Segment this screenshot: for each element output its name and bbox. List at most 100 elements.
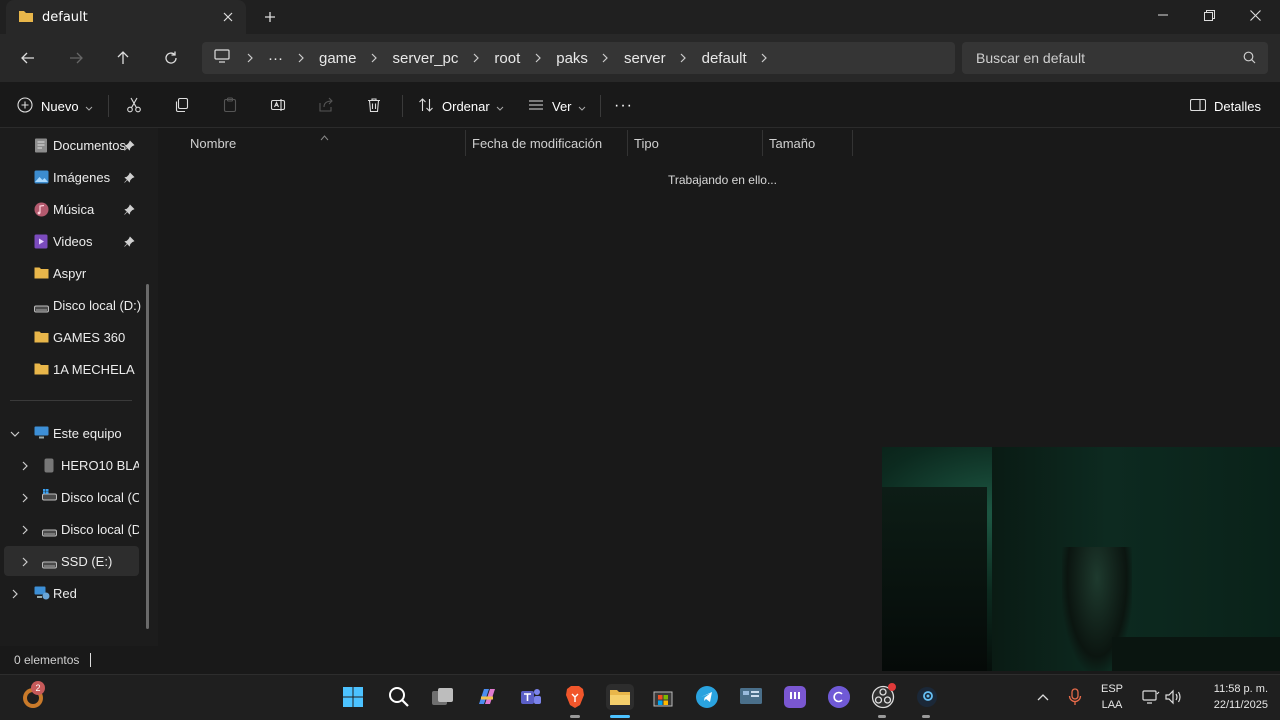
sidebar-item-local-disk-d[interactable]: Disco local (D:) xyxy=(0,290,141,320)
chevron-right-icon[interactable] xyxy=(532,52,544,64)
canva-icon[interactable] xyxy=(826,684,852,710)
volume-icon[interactable] xyxy=(1160,684,1186,710)
chevron-right-icon[interactable] xyxy=(295,52,307,64)
cut-button[interactable] xyxy=(126,92,142,120)
chevron-right-icon[interactable] xyxy=(244,52,256,64)
up-icon[interactable] xyxy=(109,44,137,72)
sidebar-item-local-disk-d-drive[interactable]: Disco local (D:) xyxy=(0,514,140,544)
divider xyxy=(600,95,601,117)
chevron-right-icon[interactable] xyxy=(20,523,30,538)
sidebar-item-documents[interactable]: Documentos xyxy=(0,130,140,160)
paste-button[interactable] xyxy=(222,92,238,120)
new-button[interactable]: Nuevo xyxy=(17,92,93,120)
chevron-right-icon[interactable] xyxy=(10,587,20,602)
sidebar-item-local-disk-c[interactable]: Disco local (C:) xyxy=(0,482,140,512)
sidebar-item-ssd-e[interactable]: SSD (E:) xyxy=(4,546,139,576)
twitch-icon[interactable] xyxy=(782,684,808,710)
breadcrumb-item-default[interactable]: default xyxy=(702,50,747,67)
sidebar-item-games-360[interactable]: GAMES 360 xyxy=(0,322,140,352)
camera-device-icon xyxy=(44,458,54,476)
sidebar-item-1a-mechela[interactable]: 1A MECHELA xyxy=(0,354,140,384)
view-button[interactable]: Ver xyxy=(528,92,586,120)
breadcrumb-item-game[interactable]: game xyxy=(319,50,357,67)
start-icon[interactable] xyxy=(340,684,366,710)
microphone-icon[interactable] xyxy=(1062,684,1088,710)
breadcrumb-item-server-pc[interactable]: server_pc xyxy=(393,50,459,67)
chevron-down-icon[interactable] xyxy=(10,427,20,442)
tab-default[interactable]: default xyxy=(6,0,246,34)
teams-icon[interactable] xyxy=(518,684,544,710)
chevron-right-icon[interactable] xyxy=(470,52,482,64)
share-button[interactable] xyxy=(318,92,334,120)
brave-browser-icon[interactable] xyxy=(562,684,588,710)
back-icon[interactable] xyxy=(14,44,42,72)
microsoft-store-icon[interactable] xyxy=(650,684,676,710)
file-explorer-taskbar-icon[interactable] xyxy=(606,684,634,710)
show-hidden-icons-icon[interactable] xyxy=(1030,684,1056,710)
sidebar-item-pictures[interactable]: Imágenes xyxy=(0,162,140,192)
keyboard-layout: LAA xyxy=(1101,699,1123,711)
search-icon[interactable] xyxy=(386,684,412,710)
copy-button[interactable] xyxy=(174,92,190,120)
breadcrumb-item-root[interactable]: root xyxy=(494,50,520,67)
sidebar-scrollbar[interactable] xyxy=(146,284,149,629)
clock[interactable]: 11:58 p. m. 22/11/2025 xyxy=(1194,681,1268,713)
breadcrumb-item-paks[interactable]: paks xyxy=(556,50,588,67)
task-view-icon[interactable] xyxy=(430,684,456,710)
chevron-right-icon[interactable] xyxy=(20,555,30,570)
sidebar-item-hero10-black[interactable]: HERO10 BLACK xyxy=(0,450,140,480)
breadcrumb[interactable]: ··· game server_pc root paks server defa… xyxy=(202,42,955,74)
scissors-icon xyxy=(126,97,142,116)
search-input[interactable]: Buscar en default xyxy=(962,42,1268,74)
copilot-icon[interactable] xyxy=(474,684,500,710)
sort-button[interactable]: Ordenar xyxy=(418,92,504,120)
column-separator[interactable] xyxy=(762,130,763,156)
sidebar-item-videos[interactable]: Videos xyxy=(0,226,140,256)
steam-icon[interactable] xyxy=(914,684,940,710)
pin-icon[interactable] xyxy=(124,235,135,250)
chevron-right-icon[interactable] xyxy=(20,491,30,506)
control-panel-icon[interactable] xyxy=(738,684,764,710)
chevron-right-icon[interactable] xyxy=(759,52,771,64)
telegram-icon[interactable] xyxy=(694,684,720,710)
rename-button[interactable] xyxy=(270,92,286,120)
monitor-icon[interactable] xyxy=(214,49,230,67)
forward-icon[interactable] xyxy=(62,44,90,72)
column-header-name[interactable]: Nombre xyxy=(190,128,236,158)
language-indicator[interactable]: ESP LAA xyxy=(1096,681,1128,713)
pin-icon[interactable] xyxy=(124,203,135,218)
drive-icon xyxy=(34,301,49,316)
column-header-size[interactable]: Tamaño xyxy=(769,128,815,158)
refresh-icon[interactable] xyxy=(157,44,185,72)
column-separator[interactable] xyxy=(465,130,466,156)
sidebar-item-label: Disco local (C:) xyxy=(61,489,139,505)
column-separator[interactable] xyxy=(852,130,853,156)
column-header-type[interactable]: Tipo xyxy=(634,128,659,158)
close-tab-icon[interactable] xyxy=(218,7,238,27)
delete-button[interactable] xyxy=(366,92,382,120)
more-options-button[interactable]: ··· xyxy=(614,92,633,120)
sidebar-item-aspyr[interactable]: Aspyr xyxy=(0,258,140,288)
restore-icon[interactable] xyxy=(1186,0,1232,30)
pin-icon[interactable] xyxy=(124,139,135,154)
column-header-date-modified[interactable]: Fecha de modificación xyxy=(472,128,602,158)
minimize-icon[interactable] xyxy=(1140,0,1186,30)
pin-icon[interactable] xyxy=(124,171,135,186)
breadcrumb-overflow[interactable]: ··· xyxy=(268,50,283,67)
sidebar-item-network[interactable]: Red xyxy=(0,578,140,608)
close-window-icon[interactable] xyxy=(1232,0,1278,30)
chevron-right-icon[interactable] xyxy=(600,52,612,64)
sidebar-item-this-pc[interactable]: Este equipo xyxy=(0,418,140,448)
search-icon[interactable] xyxy=(1243,51,1256,67)
videos-icon xyxy=(34,234,48,252)
chevron-right-icon[interactable] xyxy=(678,52,690,64)
new-tab-button[interactable] xyxy=(258,6,282,28)
breadcrumb-item-server[interactable]: server xyxy=(624,50,666,67)
chevron-right-icon[interactable] xyxy=(369,52,381,64)
title-bar: default xyxy=(0,0,1280,34)
sidebar-item-music[interactable]: Música xyxy=(0,194,140,224)
column-separator[interactable] xyxy=(627,130,628,156)
divider xyxy=(402,95,403,117)
details-button[interactable]: Detalles xyxy=(1189,92,1261,120)
chevron-right-icon[interactable] xyxy=(20,459,30,474)
